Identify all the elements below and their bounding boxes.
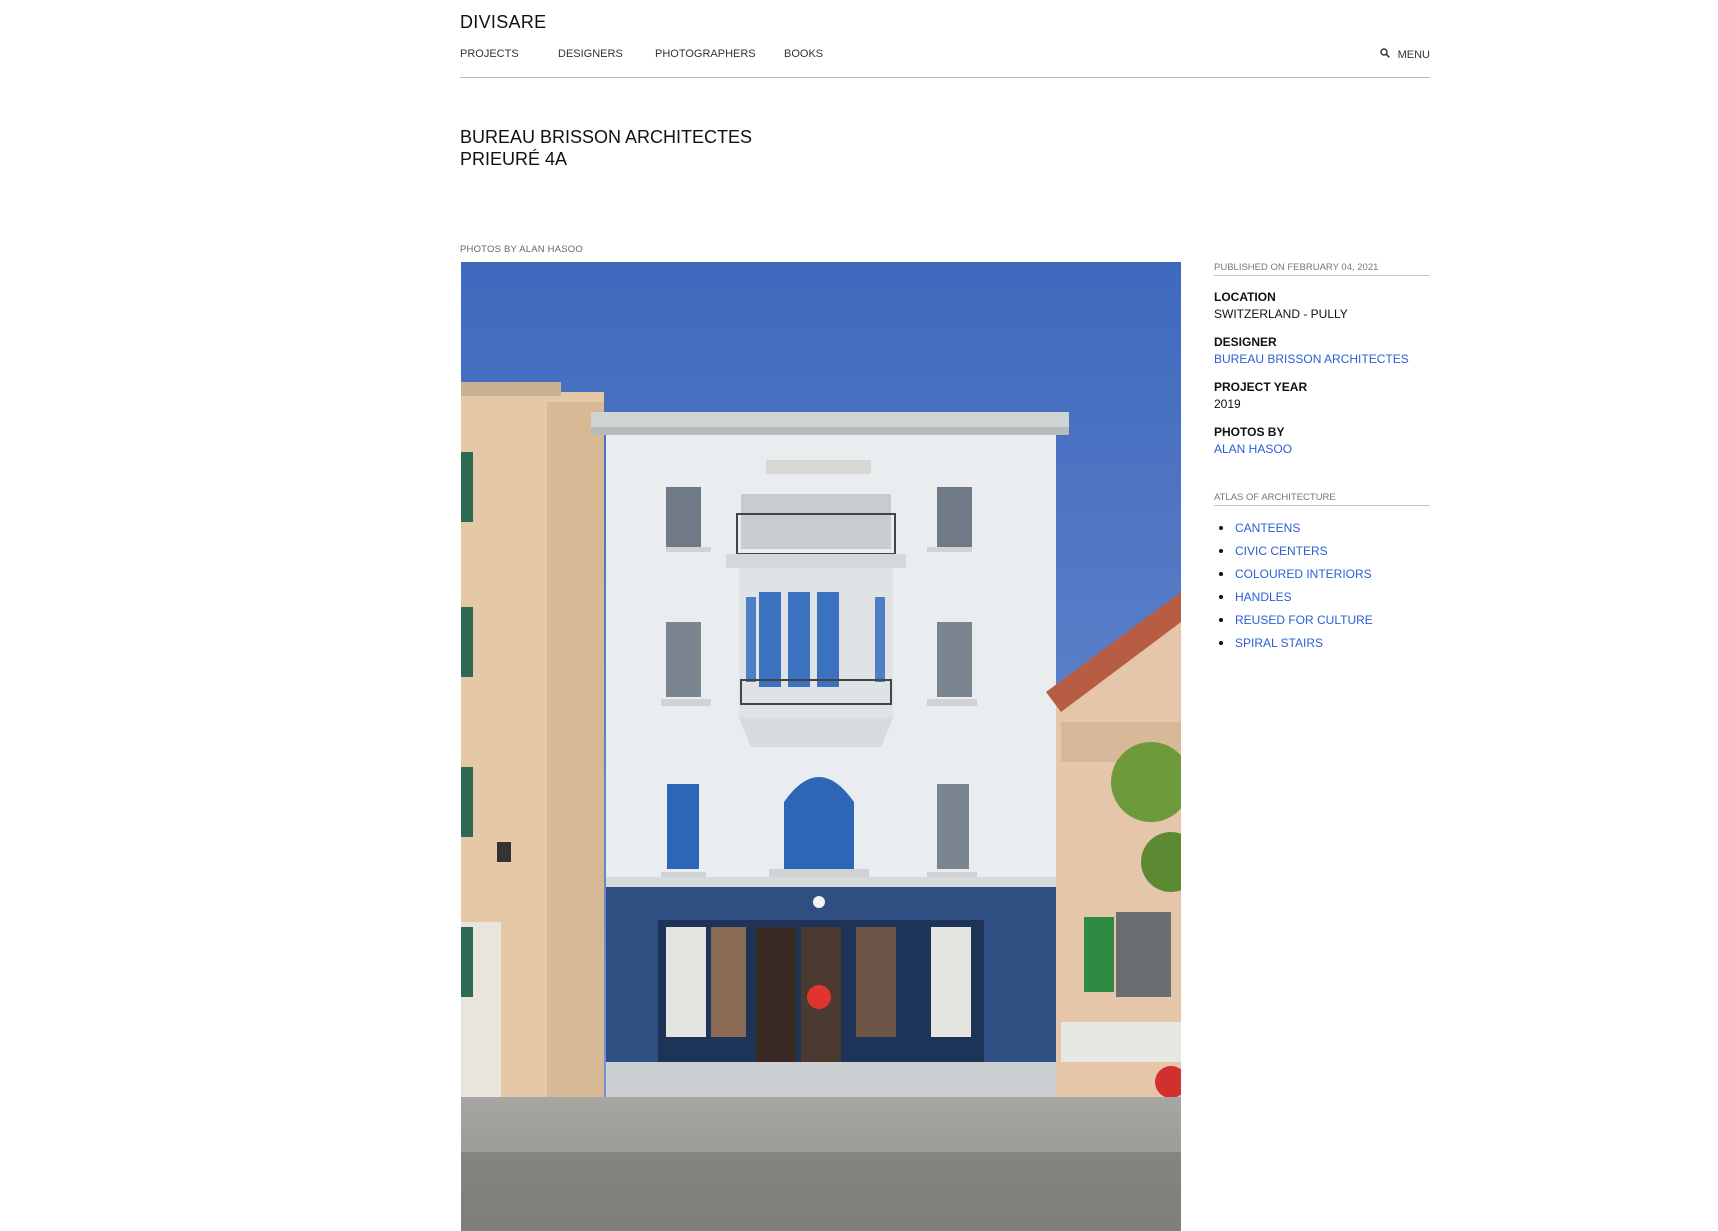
bullet-icon xyxy=(1219,548,1223,553)
site-logo[interactable]: DIVISARE xyxy=(460,12,546,33)
nav-item-books[interactable]: BOOKS xyxy=(784,48,844,60)
bullet-icon xyxy=(1219,617,1223,622)
title-designer: BUREAU BRISSON ARCHITECTES xyxy=(460,127,753,147)
atlas-item-civic-centers[interactable]: CIVIC CENTERS xyxy=(1214,539,1430,562)
atlas-item-label[interactable]: COLOURED INTERIORS xyxy=(1235,567,1372,581)
atlas-item-label[interactable]: CIVIC CENTERS xyxy=(1235,544,1328,558)
atlas-item-coloured-interiors[interactable]: COLOURED INTERIORS xyxy=(1214,562,1430,585)
designer-link[interactable]: BUREAU BRISSON ARCHITECTES xyxy=(1214,352,1430,366)
nav-item-photographers[interactable]: PHOTOGRAPHERS xyxy=(655,48,784,60)
project-photo[interactable] xyxy=(461,262,1181,1231)
header-divider xyxy=(460,77,1430,78)
bullet-icon xyxy=(1219,640,1223,645)
atlas-item-handles[interactable]: HANDLES xyxy=(1214,585,1430,608)
bullet-icon xyxy=(1219,525,1223,530)
project-year-label: PROJECT YEAR xyxy=(1214,380,1308,394)
atlas-item-label[interactable]: SPIRAL STAIRS xyxy=(1235,636,1323,650)
photographer-link[interactable]: ALAN HASOO xyxy=(1214,442,1430,456)
location-value: SWITZERLAND - PULLY xyxy=(1214,307,1348,321)
location-label: LOCATION xyxy=(1214,290,1276,304)
photo-credit: PHOTOS BY ALAN HASOO xyxy=(460,244,583,255)
atlas-list: CANTEENS CIVIC CENTERS COLOURED INTERIOR… xyxy=(1214,516,1430,654)
atlas-item-label[interactable]: CANTEENS xyxy=(1235,521,1300,535)
menu-button[interactable]: MENU xyxy=(1379,48,1430,61)
designer-label: DESIGNER xyxy=(1214,335,1277,349)
main-nav: PROJECTS DESIGNERS PHOTOGRAPHERS BOOKS xyxy=(460,48,844,60)
photos-by-label: PHOTOS BY xyxy=(1214,425,1285,439)
title-project-name: PRIEURÉ 4A xyxy=(460,149,568,169)
atlas-heading: ATLAS OF ARCHITECTURE xyxy=(1214,492,1430,506)
page-title: BUREAU BRISSON ARCHITECTES PRIEURÉ 4A xyxy=(460,126,752,170)
project-sidebar: PUBLISHED ON FEBRUARY 04, 2021 LOCATION … xyxy=(1214,262,1430,654)
atlas-item-canteens[interactable]: CANTEENS xyxy=(1214,516,1430,539)
project-year-value: 2019 xyxy=(1214,397,1241,411)
page: DIVISARE PROJECTS DESIGNERS PHOTOGRAPHER… xyxy=(0,0,1718,1231)
menu-label[interactable]: MENU xyxy=(1398,49,1430,61)
atlas-item-label[interactable]: HANDLES xyxy=(1235,590,1292,604)
nav-item-designers[interactable]: DESIGNERS xyxy=(558,48,655,60)
bullet-icon xyxy=(1219,594,1223,599)
atlas-item-spiral-stairs[interactable]: SPIRAL STAIRS xyxy=(1214,631,1430,654)
search-icon[interactable] xyxy=(1379,48,1390,61)
published-date: PUBLISHED ON FEBRUARY 04, 2021 xyxy=(1214,262,1430,276)
bullet-icon xyxy=(1219,571,1223,576)
nav-item-projects[interactable]: PROJECTS xyxy=(460,48,558,60)
atlas-item-label[interactable]: REUSED FOR CULTURE xyxy=(1235,613,1373,627)
atlas-item-reused-for-culture[interactable]: REUSED FOR CULTURE xyxy=(1214,608,1430,631)
